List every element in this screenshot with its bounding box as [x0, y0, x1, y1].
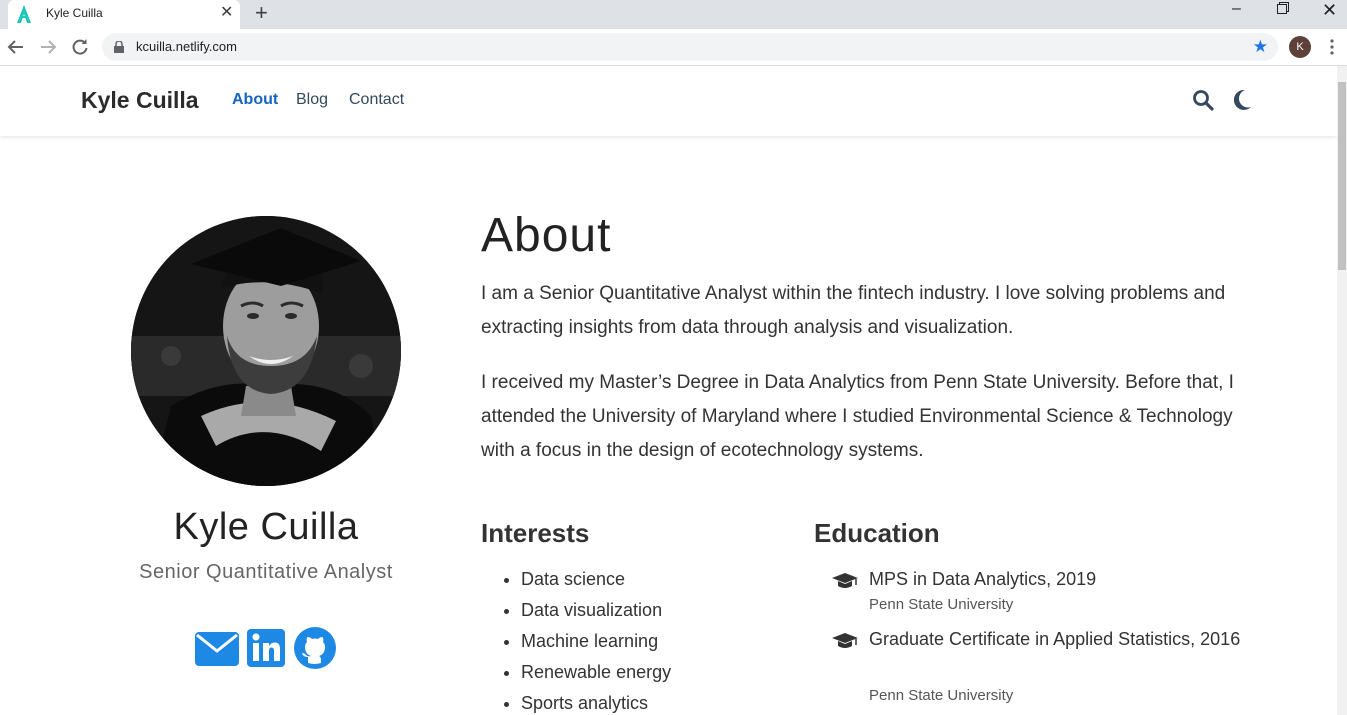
nav-link-about[interactable]: About	[232, 91, 278, 109]
lock-icon	[114, 41, 124, 53]
site-brand[interactable]: Kyle Cuilla	[81, 87, 199, 114]
browser-toolbar: kcuilla.netlify.com ★ K	[0, 29, 1347, 66]
education-item: MPS in Data Analytics, 2019 Penn State U…	[832, 564, 1252, 622]
about-paragraph-2: I received my Master’s Degree in Data An…	[481, 372, 1234, 461]
minimize-window-icon[interactable]: –	[1232, 0, 1241, 18]
education-degree: MPS in Data Analytics, 2019	[869, 569, 1097, 589]
reload-icon[interactable]	[70, 37, 90, 57]
interests-list: Data science Data visualization Machine …	[501, 564, 671, 715]
nav-link-contact[interactable]: Contact	[349, 91, 404, 109]
address-bar[interactable]: kcuilla.netlify.com ★	[102, 33, 1278, 61]
envelope-icon[interactable]	[195, 632, 239, 666]
education-school: Penn State University	[869, 596, 1014, 613]
education-item: Graduate Certificate in Applied Statisti…	[832, 624, 1252, 714]
education-degree: Graduate Certificate in Applied Statisti…	[869, 629, 1241, 649]
restore-window-icon[interactable]	[1277, 2, 1289, 14]
graduation-cap-icon	[832, 633, 858, 648]
education-heading: Education	[814, 518, 940, 548]
tab-title: Kyle Cuilla	[46, 6, 103, 20]
back-arrow-icon[interactable]	[6, 37, 26, 57]
profile-avatar[interactable]: K	[1289, 36, 1311, 58]
page-scrollbar[interactable]	[1337, 66, 1347, 715]
bookmark-star-icon[interactable]: ★	[1253, 37, 1268, 57]
web-page: Kyle Cuilla About Blog Contact Kyle Cuil…	[0, 66, 1337, 715]
about-paragraph-1: I am a Senior Quantitative Analyst withi…	[481, 283, 1226, 338]
list-item: Data visualization	[521, 595, 671, 626]
dark-mode-moon-icon[interactable]	[1232, 89, 1252, 111]
netlify-favicon-icon	[17, 5, 31, 23]
profile-photo	[131, 216, 401, 486]
list-item: Data science	[521, 564, 671, 595]
list-item: Sports analytics	[521, 688, 671, 715]
forward-arrow-icon[interactable]	[38, 37, 58, 57]
nav-link-blog[interactable]: Blog	[296, 91, 328, 109]
url-text: kcuilla.netlify.com	[136, 39, 237, 54]
search-icon[interactable]	[1192, 89, 1214, 111]
github-icon[interactable]	[294, 627, 336, 669]
scrollbar-thumb[interactable]	[1338, 82, 1346, 270]
linkedin-icon[interactable]	[247, 629, 285, 667]
browser-menu-icon[interactable]	[1327, 37, 1337, 57]
tab-close-icon[interactable]: ✕	[220, 4, 233, 22]
close-window-icon[interactable]: ✕	[1322, 0, 1337, 21]
list-item: Renewable energy	[521, 657, 671, 688]
interests-heading: Interests	[481, 518, 590, 548]
browser-tab[interactable]: Kyle Cuilla ✕	[8, 0, 240, 29]
about-heading: About	[481, 209, 612, 262]
site-navbar: Kyle Cuilla About Blog Contact	[0, 66, 1337, 136]
education-school: Penn State University	[869, 687, 1014, 704]
portrait-image	[131, 216, 401, 486]
graduation-cap-icon	[832, 573, 858, 588]
profile-name: Kyle Cuilla	[173, 506, 359, 548]
new-tab-icon[interactable]: +	[255, 2, 268, 24]
list-item: Machine learning	[521, 626, 671, 657]
browser-tab-bar: Kyle Cuilla ✕ + – ✕	[0, 0, 1347, 29]
profile-role: Senior Quantitative Analyst	[139, 561, 393, 583]
